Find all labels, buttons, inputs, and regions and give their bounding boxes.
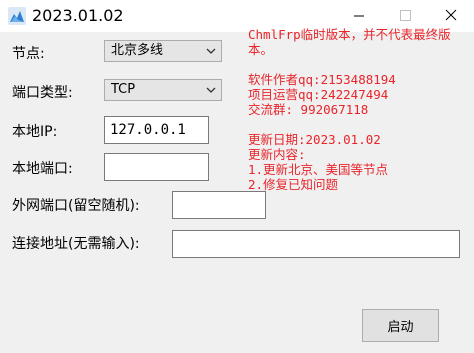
port-type-select-value: TCP [111, 82, 136, 97]
chevron-down-icon [206, 48, 216, 54]
group-contact: 交流群: 992067118 [248, 102, 369, 117]
chevron-down-icon [206, 87, 216, 93]
node-select-value: 北京多线 [111, 43, 164, 58]
notice-line: ChmlFrp临时版本，并不代表最终版 [248, 27, 451, 42]
local-ip-input[interactable] [105, 117, 208, 143]
local-port-field[interactable] [104, 153, 209, 181]
update-item: 1.更新北京、美国等节点 [248, 162, 389, 177]
notice-spacer [248, 57, 472, 72]
local-port-input[interactable] [105, 154, 208, 180]
operator-contact: 项目运营qq:242247494 [248, 87, 389, 102]
address-field[interactable] [172, 230, 460, 258]
notice-panel: ChmlFrp临时版本，并不代表最终版 本。 软件作者qq:2153488194… [248, 27, 472, 192]
update-date: 更新日期:2023.01.02 [248, 132, 381, 147]
notice-line: 本。 [248, 42, 274, 57]
remote-port-input[interactable] [173, 192, 265, 218]
address-input[interactable] [173, 231, 459, 257]
update-title: 更新内容: [248, 147, 306, 162]
local-port-label: 本地端口: [12, 161, 73, 177]
app-logo-icon [8, 7, 26, 25]
local-ip-field[interactable] [104, 116, 209, 144]
port-type-label: 端口类型: [12, 85, 73, 101]
address-label: 连接地址(无需输入): [12, 236, 140, 252]
window-title: 2023.01.02 [32, 6, 124, 25]
notice-spacer [248, 117, 472, 132]
update-item: 2.修复已知问题 [248, 177, 339, 192]
start-button[interactable]: 启动 [362, 309, 439, 342]
node-label: 节点: [12, 46, 45, 62]
node-select[interactable]: 北京多线 [104, 40, 222, 62]
remote-port-label: 外网端口(留空随机): [12, 198, 140, 214]
remote-port-field[interactable] [172, 191, 266, 219]
author-contact: 软件作者qq:2153488194 [248, 72, 396, 87]
port-type-select[interactable]: TCP [104, 79, 222, 101]
local-ip-label: 本地IP: [12, 124, 58, 140]
